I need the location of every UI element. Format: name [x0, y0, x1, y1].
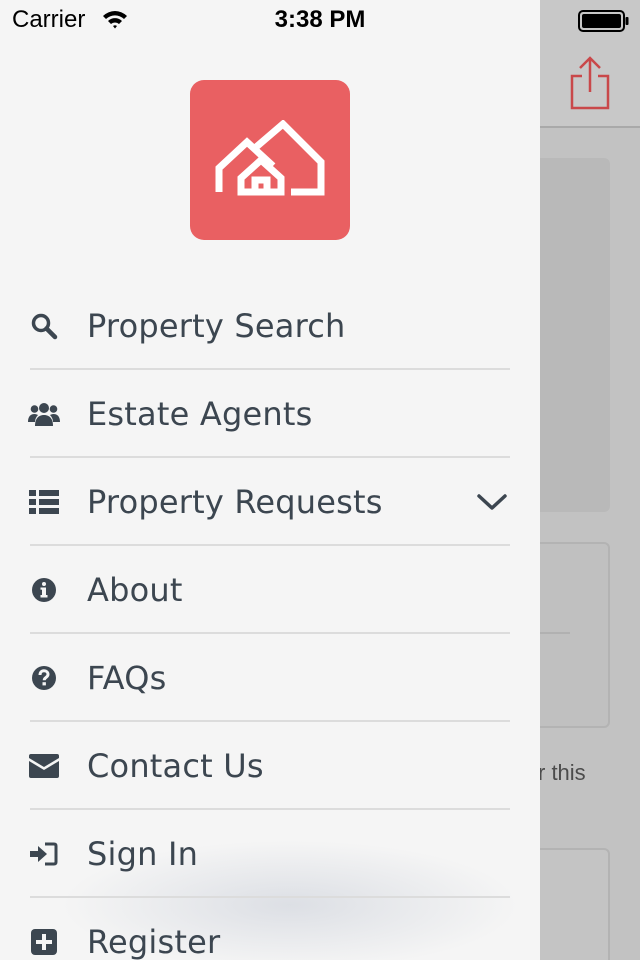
question-icon — [28, 662, 60, 694]
menu-item-label: About — [87, 571, 183, 609]
menu-item-label: Contact Us — [87, 747, 264, 785]
menu-item-property-requests[interactable]: Property Requests — [0, 458, 540, 546]
list-icon — [28, 486, 60, 518]
background-text: r this — [538, 760, 586, 785]
menu-item-faqs[interactable]: FAQs — [0, 634, 540, 722]
users-icon — [28, 398, 60, 430]
search-icon — [28, 310, 60, 342]
menu-item-sign-in[interactable]: Sign In — [0, 810, 540, 898]
menu-item-register[interactable]: Register — [0, 898, 540, 960]
menu-item-label: Sign In — [87, 835, 199, 873]
menu-item-about[interactable]: About — [0, 546, 540, 634]
menu-item-estate-agents[interactable]: Estate Agents — [0, 370, 540, 458]
info-icon — [28, 574, 60, 606]
menu-item-label: Register — [87, 923, 221, 960]
side-drawer: Property Search Estate Agents Property R… — [0, 0, 540, 960]
menu-item-property-search[interactable]: Property Search — [0, 282, 540, 370]
battery-icon — [578, 10, 629, 32]
drawer-menu: Property Search Estate Agents Property R… — [0, 282, 540, 960]
status-bar: Carrier 3:38 PM — [0, 0, 640, 40]
app-logo — [190, 80, 350, 240]
share-icon[interactable] — [568, 56, 612, 110]
status-time: 3:38 PM — [274, 6, 366, 33]
house-logo-icon — [215, 120, 325, 196]
menu-item-label: Estate Agents — [87, 395, 313, 433]
sign-in-icon — [28, 838, 60, 870]
envelope-icon — [28, 750, 60, 782]
menu-item-label: Property Search — [87, 307, 346, 345]
menu-item-contact-us[interactable]: Contact Us — [0, 722, 540, 810]
chevron-down-icon[interactable] — [476, 486, 508, 518]
plus-square-icon — [28, 926, 60, 958]
menu-item-label: FAQs — [87, 659, 167, 697]
menu-item-label: Property Requests — [87, 483, 383, 521]
